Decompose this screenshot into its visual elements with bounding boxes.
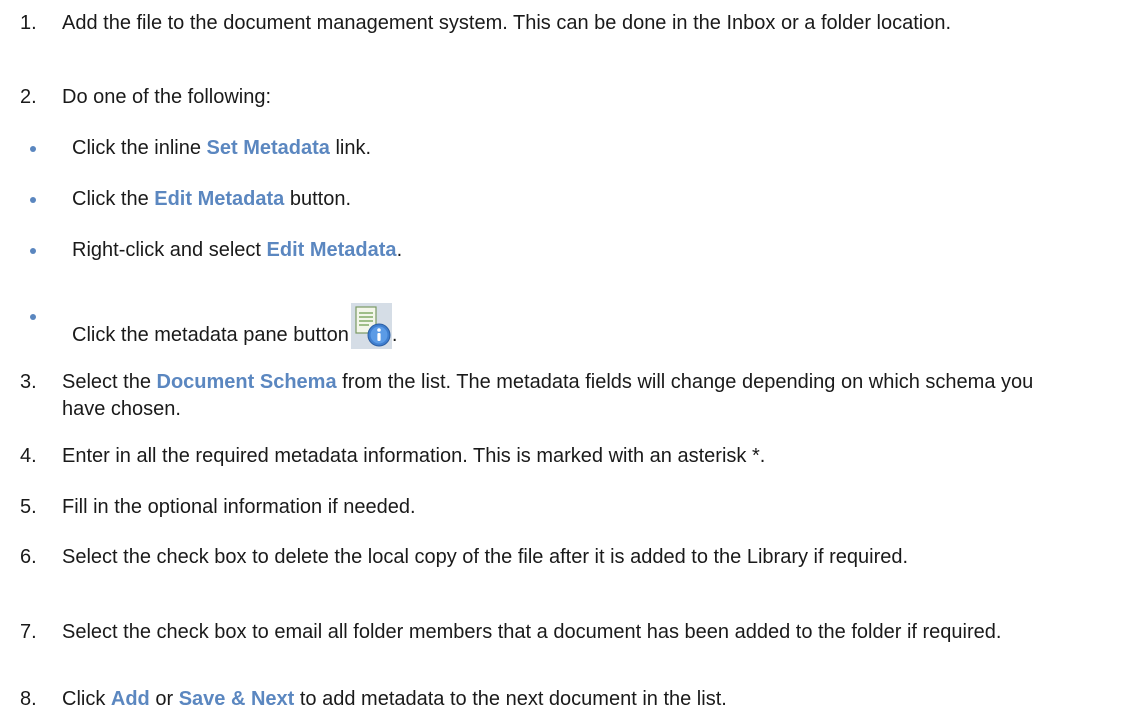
- bullet-text: Click the inline Set Metadata link.: [72, 137, 372, 159]
- set-metadata-link[interactable]: Set Metadata: [207, 137, 330, 159]
- bullet-dot-icon: [30, 314, 36, 320]
- step-text: Select the check box to delete the local…: [62, 546, 909, 568]
- step-text: Do one of the following:: [62, 86, 272, 108]
- step-number: 6.: [20, 546, 37, 568]
- step-number: 5.: [20, 496, 37, 518]
- step-number: 2.: [20, 86, 37, 108]
- edit-metadata-button-ref: Edit Metadata: [154, 188, 285, 210]
- edit-metadata-menu-ref: Edit Metadata: [266, 239, 397, 261]
- step-text: Select the check box to email all folder…: [62, 621, 1002, 643]
- step-text: Select the Document Schema from the list…: [62, 371, 1034, 420]
- bullet-text: Click the Edit Metadata button.: [72, 188, 351, 210]
- step-number: 3.: [20, 371, 37, 393]
- step-number: 8.: [20, 688, 37, 710]
- step-text: Fill in the optional information if need…: [62, 496, 416, 518]
- add-button-ref: Add: [110, 688, 150, 710]
- step-number: 4.: [20, 445, 37, 467]
- bullet-dot-icon: [30, 146, 36, 152]
- bullet-text: Click the metadata pane button .: [72, 303, 397, 349]
- step-text: Click Add or Save & Next to add metadata…: [62, 688, 727, 710]
- document-schema-ref: Document Schema: [156, 371, 337, 393]
- bullet-text: Right-click and select Edit Metadata.: [72, 239, 403, 261]
- metadata-pane-icon: [350, 303, 392, 349]
- bullet-dot-icon: [30, 197, 36, 203]
- step-number: 1.: [20, 12, 37, 34]
- step-text: Enter in all the required metadata infor…: [62, 445, 766, 467]
- instruction-document: 1. Add the file to the document manageme…: [0, 0, 1141, 713]
- save-next-button-ref: Save & Next: [178, 688, 295, 710]
- step-number: 7.: [20, 621, 37, 643]
- step-text: Add the file to the document management …: [62, 12, 952, 34]
- bullet-dot-icon: [30, 248, 36, 254]
